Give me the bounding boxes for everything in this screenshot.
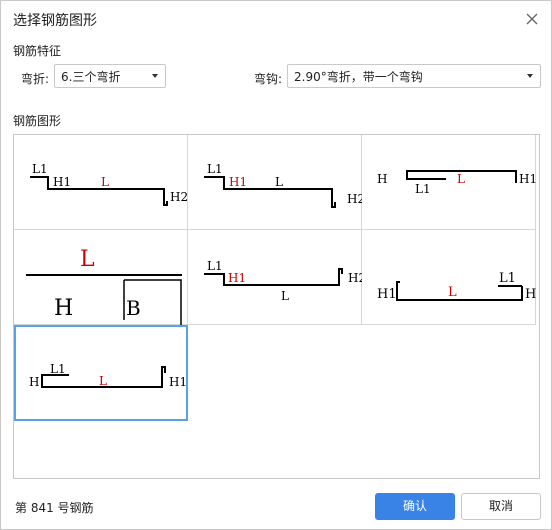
bend-select-value: 6.三个弯折 xyxy=(61,70,121,84)
shape-label: L1 xyxy=(499,271,516,286)
shape-label: L1 xyxy=(207,259,223,273)
hook-select-value: 2.90°弯折，带一个弯钩 xyxy=(294,70,423,84)
rebar-shape-grid: L1 H1 L H2 L1 H1 L H2 H L1 L H1 L H B L1… xyxy=(13,134,540,479)
shape-label: B xyxy=(126,296,141,320)
shape-label: H xyxy=(29,375,39,389)
shape-label: H1 xyxy=(519,172,536,186)
bend-select[interactable]: 6.三个弯折 xyxy=(54,64,166,88)
shape-label: H xyxy=(377,172,387,186)
hook-select[interactable]: 2.90°弯折，带一个弯钩 xyxy=(287,64,541,88)
chevron-down-icon xyxy=(152,74,158,78)
cancel-button[interactable]: 取消 xyxy=(461,493,541,520)
shape-label: L1 xyxy=(207,162,223,176)
shape-label: H1 xyxy=(377,287,397,302)
shape-label: H1 xyxy=(229,175,247,189)
close-icon[interactable] xyxy=(523,10,541,28)
shape-label: L xyxy=(101,175,109,189)
shape-label: H2 xyxy=(347,192,362,206)
shapes-section-label: 钢筋图形 xyxy=(13,114,62,128)
shape-label: H1 xyxy=(228,271,246,285)
shape-label: H xyxy=(525,287,536,302)
rebar-number-status: 第 841 号钢筋 xyxy=(15,501,94,515)
shape-label: L xyxy=(457,172,465,186)
rebar-shape-option-7-selected[interactable]: H L1 L H1 xyxy=(14,325,188,421)
rebar-shape-option-5[interactable]: L1 H1 L H2 xyxy=(188,230,362,325)
shape-label: L xyxy=(448,285,457,300)
shape-label: L1 xyxy=(415,182,431,196)
shape-label: H xyxy=(54,296,73,321)
chevron-down-icon xyxy=(527,74,533,78)
rebar-shape-option-3[interactable]: H L1 L H1 xyxy=(362,135,536,230)
confirm-button[interactable]: 确认 xyxy=(375,493,455,520)
hook-label: 弯钩: xyxy=(254,72,283,86)
shape-label: H1 xyxy=(53,175,71,189)
shape-label: H1 xyxy=(169,375,186,389)
select-rebar-shape-dialog: 选择钢筋图形 钢筋特征 弯折: 6.三个弯折 弯钩: 2.90°弯折，带一个弯钩… xyxy=(0,0,552,530)
dialog-title: 选择钢筋图形 xyxy=(13,13,97,29)
rebar-shape-option-1[interactable]: L1 H1 L H2 xyxy=(14,135,188,230)
shape-label: L xyxy=(275,175,283,189)
shape-label: H2 xyxy=(348,271,362,285)
rebar-shape-option-2[interactable]: L1 H1 L H2 xyxy=(188,135,362,230)
rebar-shape-option-4[interactable]: L H B xyxy=(14,230,188,325)
shape-label: H2 xyxy=(170,190,188,204)
shape-label: L xyxy=(80,247,95,272)
shape-label: L1 xyxy=(50,362,66,376)
shape-label: L1 xyxy=(32,162,48,176)
bend-label: 弯折: xyxy=(21,72,50,86)
shape-label: L xyxy=(281,289,289,303)
shape-label: L xyxy=(99,374,107,388)
features-section-label: 钢筋特征 xyxy=(13,44,62,58)
rebar-shape-option-6[interactable]: H1 L L1 H xyxy=(362,230,536,325)
